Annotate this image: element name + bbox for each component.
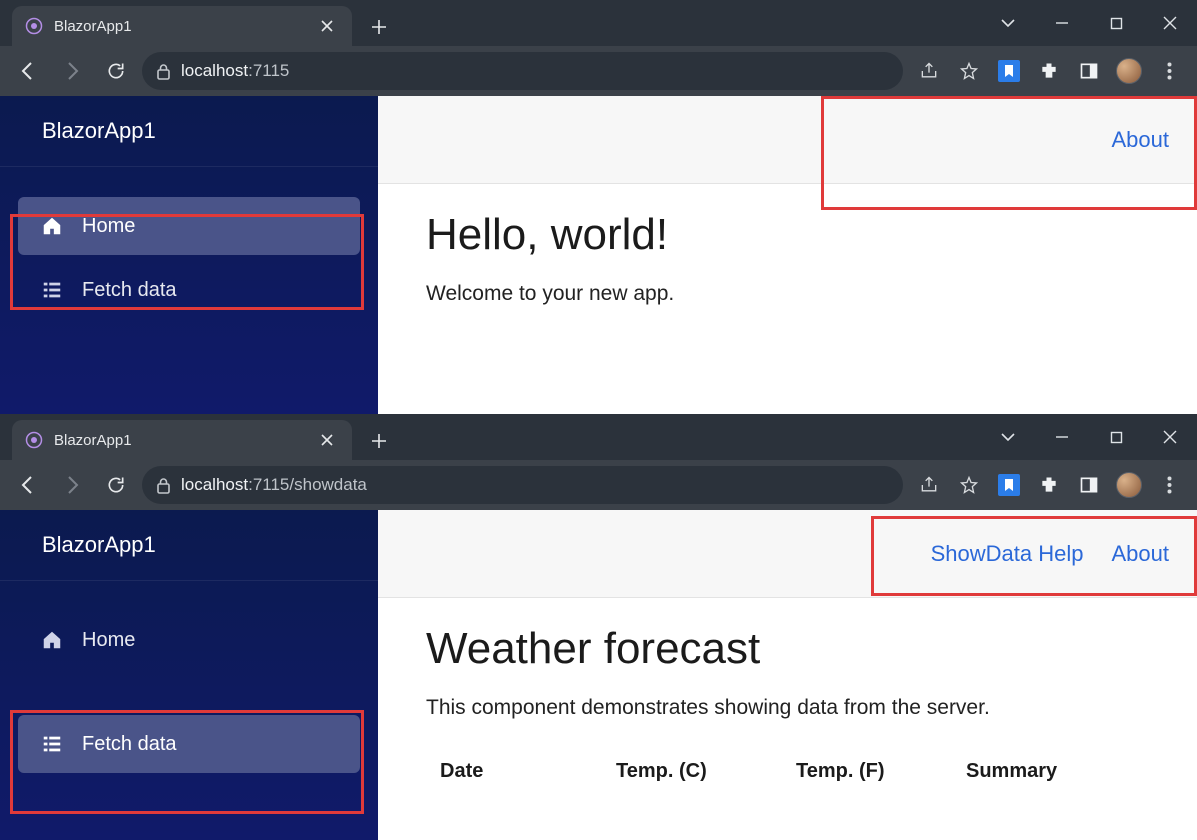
browser-window-1: BlazorApp1 localhost:7115 bbox=[0, 0, 1197, 414]
tab-search-button[interactable] bbox=[981, 414, 1035, 460]
about-link[interactable]: About bbox=[1112, 127, 1170, 153]
minimize-button[interactable] bbox=[1035, 0, 1089, 46]
sidebar-item-home[interactable]: Home bbox=[18, 197, 360, 255]
titlebar: BlazorApp1 bbox=[0, 0, 1197, 46]
extensions-icon[interactable] bbox=[1031, 467, 1067, 503]
share-icon[interactable] bbox=[911, 53, 947, 89]
titlebar: BlazorApp1 bbox=[0, 414, 1197, 460]
extensions-icon[interactable] bbox=[1031, 53, 1067, 89]
menu-icon[interactable] bbox=[1151, 467, 1187, 503]
sidebar: BlazorApp1 Home Fetch data bbox=[0, 96, 378, 414]
star-icon[interactable] bbox=[951, 467, 987, 503]
maximize-button[interactable] bbox=[1089, 414, 1143, 460]
avatar[interactable] bbox=[1111, 53, 1147, 89]
sidebar-item-label: Home bbox=[82, 629, 135, 652]
sidepanel-icon[interactable] bbox=[1071, 53, 1107, 89]
page-subtext: This component demonstrates showing data… bbox=[426, 696, 1197, 720]
browser-window-2: BlazorApp1 localhost:7115/showdata bbox=[0, 414, 1197, 840]
col-temp-c: Temp. (C) bbox=[616, 760, 796, 783]
col-summary: Summary bbox=[966, 760, 1126, 783]
new-tab-button[interactable] bbox=[362, 424, 396, 458]
home-icon bbox=[40, 629, 64, 651]
sidebar-item-home[interactable]: Home bbox=[18, 611, 360, 669]
star-icon[interactable] bbox=[951, 53, 987, 89]
avatar[interactable] bbox=[1111, 467, 1147, 503]
about-link[interactable]: About bbox=[1112, 541, 1170, 567]
bookmark-app-icon[interactable] bbox=[991, 53, 1027, 89]
main-content: ShowData Help About Weather forecast Thi… bbox=[378, 510, 1197, 840]
sidebar: BlazorApp1 Home Fetch data bbox=[0, 510, 378, 840]
close-window-button[interactable] bbox=[1143, 414, 1197, 460]
sidebar-item-label: Home bbox=[82, 215, 135, 238]
tab-title: BlazorApp1 bbox=[54, 18, 306, 35]
browser-tab[interactable]: BlazorApp1 bbox=[12, 6, 352, 46]
url-input[interactable]: localhost:7115 bbox=[142, 52, 903, 90]
url-text: localhost:7115/showdata bbox=[181, 475, 367, 495]
tab-title: BlazorApp1 bbox=[54, 432, 306, 449]
close-window-button[interactable] bbox=[1143, 0, 1197, 46]
top-link-bar: About bbox=[378, 96, 1197, 184]
address-bar: localhost:7115 bbox=[0, 46, 1197, 96]
address-bar: localhost:7115/showdata bbox=[0, 460, 1197, 510]
sidebar-item-fetch-data[interactable]: Fetch data bbox=[18, 261, 360, 319]
bookmark-app-icon[interactable] bbox=[991, 467, 1027, 503]
window-controls bbox=[981, 414, 1197, 460]
sidepanel-icon[interactable] bbox=[1071, 467, 1107, 503]
page-heading: Hello, world! bbox=[426, 210, 1197, 260]
page-heading: Weather forecast bbox=[426, 624, 1197, 674]
tab-search-button[interactable] bbox=[981, 0, 1035, 46]
toolbar-right bbox=[911, 467, 1187, 503]
blazor-icon bbox=[24, 430, 44, 450]
url-text: localhost:7115 bbox=[181, 61, 289, 81]
sidebar-brand: BlazorApp1 bbox=[0, 96, 378, 166]
url-input[interactable]: localhost:7115/showdata bbox=[142, 466, 903, 504]
list-icon bbox=[40, 733, 64, 755]
top-link-bar: ShowData Help About bbox=[378, 510, 1197, 598]
col-date: Date bbox=[426, 760, 616, 783]
reload-button[interactable] bbox=[98, 53, 134, 89]
minimize-button[interactable] bbox=[1035, 414, 1089, 460]
forward-button[interactable] bbox=[54, 467, 90, 503]
menu-icon[interactable] bbox=[1151, 53, 1187, 89]
forward-button[interactable] bbox=[54, 53, 90, 89]
browser-tab[interactable]: BlazorApp1 bbox=[12, 420, 352, 460]
sidebar-item-label: Fetch data bbox=[82, 733, 177, 756]
showdata-help-link[interactable]: ShowData Help bbox=[931, 541, 1084, 567]
back-button[interactable] bbox=[10, 53, 46, 89]
maximize-button[interactable] bbox=[1089, 0, 1143, 46]
close-tab-button[interactable] bbox=[316, 15, 338, 37]
share-icon[interactable] bbox=[911, 467, 947, 503]
lock-icon bbox=[156, 477, 171, 494]
sidebar-item-label: Fetch data bbox=[82, 279, 177, 302]
main-content: About Hello, world! Welcome to your new … bbox=[378, 96, 1197, 414]
sidebar-item-fetch-data[interactable]: Fetch data bbox=[18, 715, 360, 773]
new-tab-button[interactable] bbox=[362, 10, 396, 44]
lock-icon bbox=[156, 63, 171, 80]
table-header: Date Temp. (C) Temp. (F) Summary bbox=[426, 750, 1197, 783]
list-icon bbox=[40, 279, 64, 301]
app-body: BlazorApp1 Home Fetch data ShowData Help… bbox=[0, 510, 1197, 840]
toolbar-right bbox=[911, 53, 1187, 89]
back-button[interactable] bbox=[10, 467, 46, 503]
close-tab-button[interactable] bbox=[316, 429, 338, 451]
col-temp-f: Temp. (F) bbox=[796, 760, 966, 783]
app-body: BlazorApp1 Home Fetch data About Hello, … bbox=[0, 96, 1197, 414]
page-subtext: Welcome to your new app. bbox=[426, 282, 1197, 306]
home-icon bbox=[40, 215, 64, 237]
reload-button[interactable] bbox=[98, 467, 134, 503]
window-controls bbox=[981, 0, 1197, 46]
blazor-icon bbox=[24, 16, 44, 36]
sidebar-brand: BlazorApp1 bbox=[0, 510, 378, 580]
